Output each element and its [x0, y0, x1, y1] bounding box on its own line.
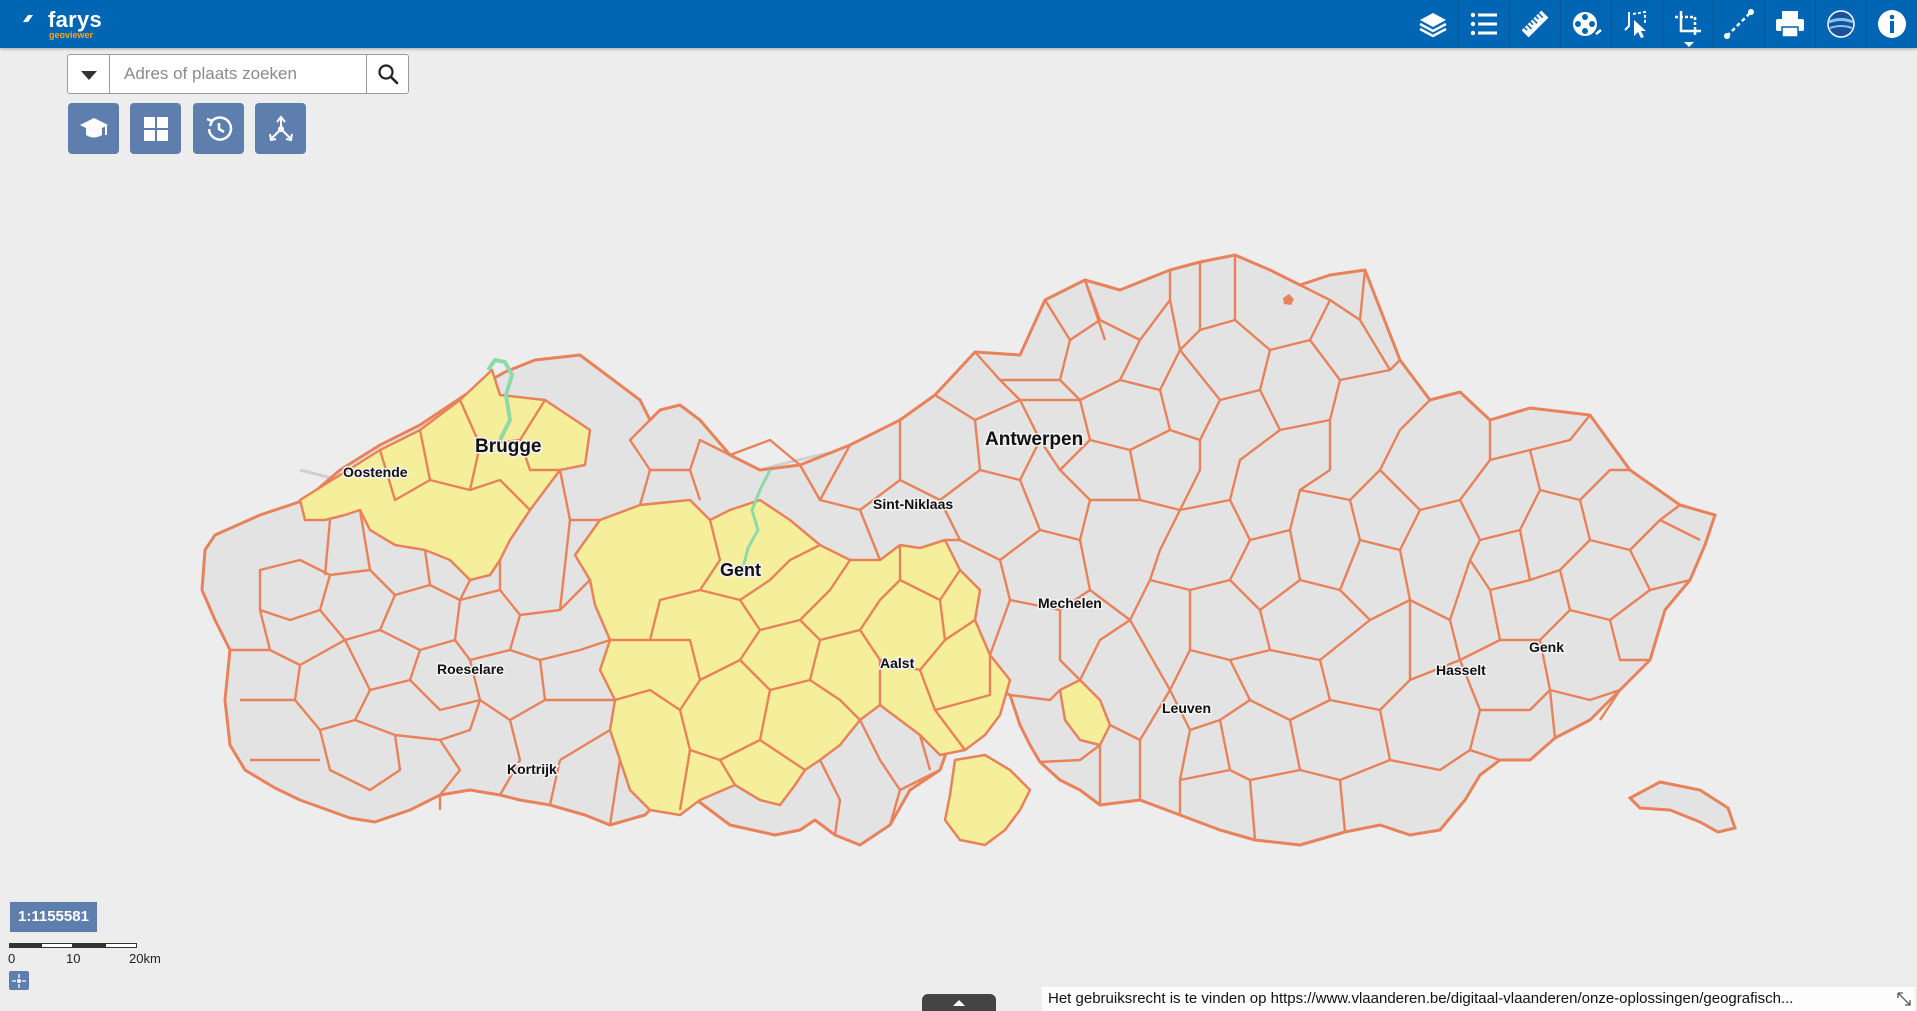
globe-icon [1827, 10, 1855, 38]
search-button[interactable] [366, 55, 408, 93]
grid-icon [143, 116, 168, 141]
graduation-cap-icon [79, 117, 108, 137]
scale-bar-segment [105, 943, 137, 948]
scale-tick-label: 10 [66, 951, 81, 966]
city-label-antwerpen: Antwerpen [985, 429, 1083, 450]
locate-button[interactable] [9, 971, 29, 990]
city-label-sint-niklaas: Sint-Niklaas [873, 496, 953, 512]
city-label-mechelen: Mechelen [1038, 595, 1102, 611]
scale-bar: 0 10 20km [8, 943, 169, 977]
area-select-icon [1675, 11, 1701, 37]
scale-tick-label: 20km [129, 951, 161, 966]
measure-ruler-icon [1521, 10, 1549, 38]
measure-button[interactable] [1509, 0, 1560, 48]
layers-button[interactable] [1408, 0, 1458, 48]
print-icon [1776, 11, 1804, 38]
search-icon [377, 64, 398, 85]
info-button[interactable] [1866, 0, 1917, 48]
print-button[interactable] [1764, 0, 1815, 48]
resize-arrow-icon[interactable] [1897, 992, 1911, 1006]
history-button[interactable] [193, 103, 244, 154]
legend-button[interactable] [1458, 0, 1509, 48]
legend-list-icon [1470, 12, 1497, 36]
city-label-roeselare: Roeselare [437, 661, 504, 677]
draw-line-icon [1724, 9, 1754, 39]
city-label-oostende: Oostende [343, 464, 408, 480]
scale-bar-segment [73, 943, 105, 948]
history-icon [206, 115, 232, 141]
city-label-gent: Gent [720, 560, 761, 580]
tutorial-button[interactable] [68, 103, 119, 154]
search-input[interactable] [110, 55, 365, 93]
scale-bar-segment [41, 943, 73, 948]
scale-ratio-badge[interactable]: 1:1155581 [9, 901, 98, 933]
chevron-up-icon [953, 999, 965, 1006]
city-label-hasselt: Hasselt [1436, 662, 1486, 678]
crosshair-icon [12, 973, 26, 988]
scale-bar-segment [9, 943, 41, 948]
catalog-button[interactable] [130, 103, 181, 154]
film-reel-icon [1573, 12, 1602, 36]
city-label-leuven: Leuven [1162, 700, 1211, 716]
select-button[interactable] [1611, 0, 1662, 48]
top-bar: farys geoviewer [0, 0, 1917, 48]
select-tool-icon [1624, 10, 1646, 38]
city-label-kortrijk: Kortrijk [507, 761, 557, 777]
logo-mark-icon [23, 15, 33, 22]
area-select-button[interactable] [1662, 0, 1713, 48]
globe-button[interactable] [1815, 0, 1866, 48]
service-area-south [943, 753, 1032, 847]
info-icon [1878, 10, 1906, 38]
layers-icon [1419, 13, 1447, 38]
chevron-down-icon [1684, 42, 1694, 47]
map-svg: Antwerpen Brugge Gent Oostende Sint-Nikl… [200, 253, 1737, 847]
city-label-genk: Genk [1529, 639, 1564, 655]
city-label-aalst: Aalst [880, 655, 915, 671]
share-button[interactable] [255, 103, 306, 154]
attribution-text: Het gebruiksrecht is te vinden op https:… [1048, 990, 1794, 1007]
search-type-dropdown[interactable] [68, 55, 110, 93]
bottom-panel-toggle[interactable] [922, 994, 996, 1011]
scale-tick-label: 0 [8, 951, 16, 966]
city-label-brugge: Brugge [475, 436, 542, 457]
draw-button[interactable] [1713, 0, 1764, 48]
address-search [67, 54, 409, 94]
service-area-central [573, 498, 1012, 817]
media-button[interactable] [1560, 0, 1611, 48]
voeren-exclave [1627, 780, 1737, 834]
attribution-bar: Het gebruiksrecht is te vinden op https:… [1042, 987, 1915, 1011]
chevron-down-icon [81, 71, 97, 80]
share-network-icon [268, 114, 293, 141]
brand-subtitle: geoviewer [49, 30, 94, 40]
toolbar [1408, 0, 1917, 48]
map-canvas[interactable]: Antwerpen Brugge Gent Oostende Sint-Nikl… [0, 48, 1917, 1011]
